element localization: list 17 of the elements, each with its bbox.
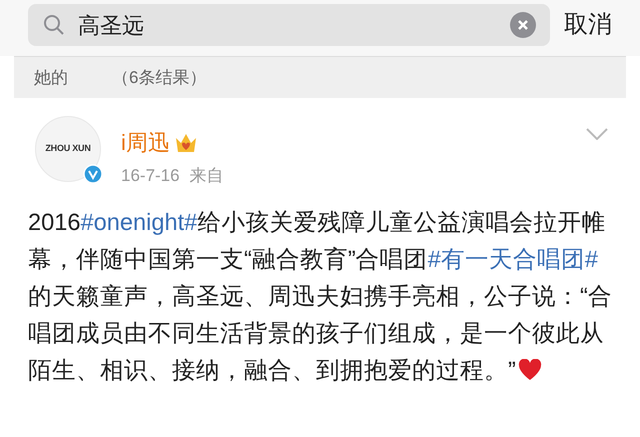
clear-icon[interactable] [510, 12, 536, 38]
post-date: 16-7-16 [121, 165, 180, 187]
chevron-down-icon[interactable] [586, 128, 608, 140]
verified-badge-icon [83, 164, 103, 184]
hashtag-link[interactable]: #有一天合唱团# [428, 246, 598, 272]
post-text: 2016#onenight#给小孩关爱残障儿童公益演唱会拉开帷幕，伴随中国第一支“融合教育”合唱团#有一天合唱团# 的天籁童声，高圣远、周迅夫妇携手亮相，公子说：“合唱团成员由不同生活背景的孩子们组成，是一个彼此从陌生、相识、接纳，融合、到拥抱爱的过程。” [28, 208, 612, 386]
results-label: 她的 [34, 66, 68, 89]
results-count: （6条结果） [112, 66, 206, 89]
post-source: 来自 [190, 165, 224, 187]
hashtag-link[interactable]: #onenight# [80, 210, 198, 236]
search-icon [42, 13, 66, 37]
heart-icon [518, 358, 542, 380]
search-field[interactable]: 高圣远 [78, 8, 498, 42]
cancel-button[interactable]: 取消 [564, 7, 612, 43]
search-bar[interactable]: 高圣远 [28, 4, 550, 46]
crown-icon [174, 132, 198, 154]
avatar[interactable]: ZHOU XUN [35, 116, 101, 182]
